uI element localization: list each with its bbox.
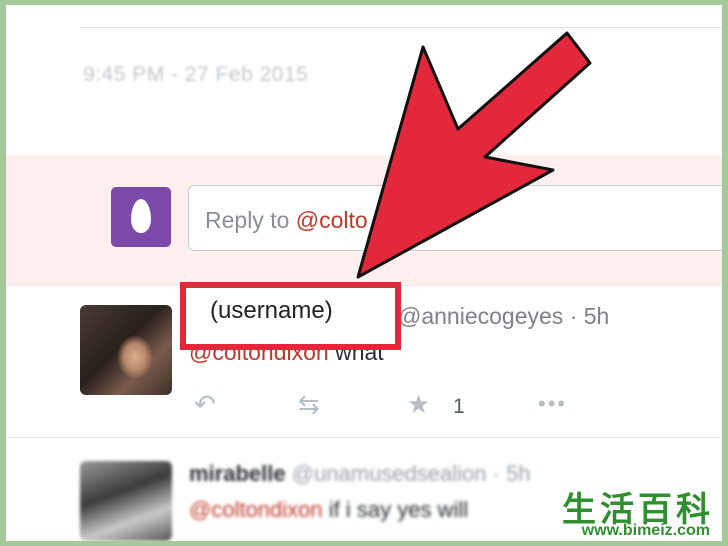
- twitter-page: 9:45 PM - 27 Feb 2015 Reply to @colto @a…: [6, 5, 722, 541]
- watermark-url: www.bimeiz.com: [581, 522, 710, 539]
- red-arrow-annotation: [356, 31, 592, 279]
- watermark-logo: 生活百科 www.bimeiz.com: [520, 482, 720, 542]
